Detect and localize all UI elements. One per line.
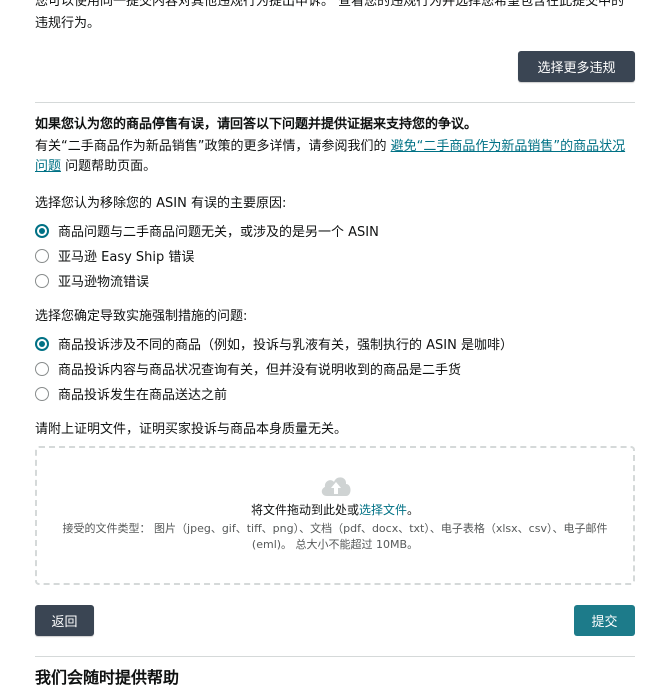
reason-option-2[interactable]: 亚马逊 Easy Ship 错误: [35, 246, 194, 265]
policy-info: 有关“二手商品作为新品销售”政策的更多详情，请参阅我们的 避免“二手商品作为新品…: [35, 137, 635, 177]
radio-icon[interactable]: [35, 361, 49, 376]
reason-option-3-label: 亚马逊物流错误: [58, 275, 150, 290]
issue-option-2[interactable]: 商品投诉内容与商品状况查询有关，但并没有说明收到的商品是二手货: [35, 359, 461, 378]
select-more-violations-button[interactable]: 选择更多违规: [518, 51, 635, 82]
radio-icon[interactable]: [35, 248, 49, 263]
question1-label: 选择您认为移除您的 ASIN 有误的主要原因:: [35, 196, 287, 211]
issue-option-1-label: 商品投诉涉及不同的商品（例如，投诉与乳液有关，强制执行的 ASIN 是咖啡）: [58, 338, 513, 353]
choose-file-link[interactable]: 选择文件: [359, 503, 407, 517]
accepted-file-types: 接受的文件类型： 图片（jpeg、gif、tiff、png）、文档（pdf、do…: [62, 522, 608, 551]
cloud-upload-icon: [321, 477, 351, 496]
policy-info-prefix: 有关“二手商品作为新品销售”政策的更多详情，请参阅我们的: [35, 139, 391, 154]
dispute-heading: 如果您认为您的商品停售有误，请回答以下问题并提供证据来支持您的争议。: [35, 117, 478, 132]
radio-selected-icon[interactable]: [35, 336, 49, 351]
back-button[interactable]: 返回: [35, 605, 94, 636]
divider: [35, 102, 635, 103]
submit-button[interactable]: 提交: [574, 605, 635, 636]
issue-option-3-label: 商品投诉发生在商品送达之前: [58, 388, 228, 403]
issue-option-1[interactable]: 商品投诉涉及不同的商品（例如，投诉与乳液有关，强制执行的 ASIN 是咖啡）: [35, 334, 513, 353]
question2-label: 选择您确定导致实施强制措施的问题:: [35, 309, 248, 324]
reason-option-1[interactable]: 商品问题与二手商品问题无关，或涉及的是另一个 ASIN: [35, 221, 379, 240]
reason-option-3[interactable]: 亚马逊物流错误: [35, 271, 149, 290]
policy-info-suffix: 问题帮助页面。: [61, 159, 157, 174]
file-dropzone[interactable]: 将文件拖动到此处或选择文件。 接受的文件类型： 图片（jpeg、gif、tiff…: [35, 446, 635, 585]
issue-option-3[interactable]: 商品投诉发生在商品送达之前: [35, 384, 227, 403]
reason-option-1-label: 商品问题与二手商品问题无关，或涉及的是另一个 ASIN: [58, 225, 379, 240]
help-title: 我们会随时提供帮助: [35, 668, 180, 687]
intro-text: 您可以使用同一提交内容对其他违规行为提出申诉。 查看您的违规行为并选择您希望包含…: [35, 0, 625, 31]
issue-option-2-label: 商品投诉内容与商品状况查询有关，但并没有说明收到的商品是二手货: [58, 363, 462, 378]
divider: [35, 656, 635, 657]
radio-icon[interactable]: [35, 386, 49, 401]
radio-icon[interactable]: [35, 273, 49, 288]
reason-option-2-label: 亚马逊 Easy Ship 错误: [58, 250, 195, 265]
radio-selected-icon[interactable]: [35, 223, 49, 238]
attach-label: 请附上证明文件，证明买家投诉与商品本身质量无关。: [35, 422, 348, 437]
dropzone-text: 将文件拖动到此处或选择文件。: [37, 501, 633, 518]
dropzone-text-suffix: 。: [407, 503, 420, 517]
dropzone-text-prefix: 将文件拖动到此处或: [250, 503, 359, 517]
